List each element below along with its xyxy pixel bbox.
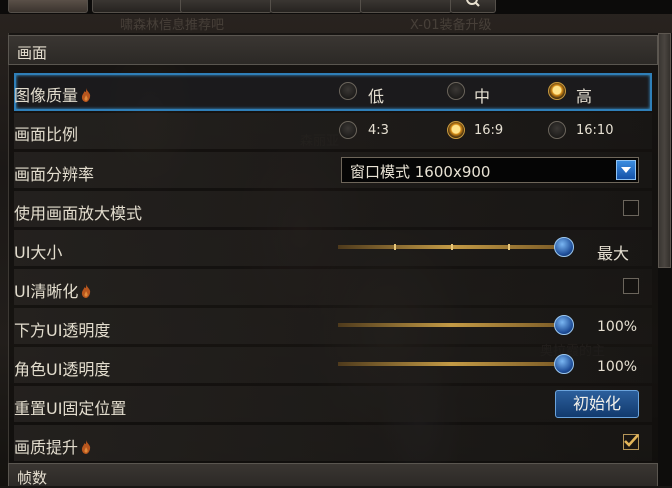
section-header-framerate: 帧数: [8, 463, 658, 487]
bottom-ui-opacity-label: 下方UI透明度: [14, 321, 111, 340]
bottom-ui-opacity-slider-knob[interactable]: [554, 315, 574, 335]
slider-tick: [394, 244, 396, 250]
scrollbar-thumb[interactable]: [658, 33, 671, 268]
bottom-ui-opacity-slider-track[interactable]: [338, 323, 564, 327]
tab-social[interactable]: 社交: [360, 0, 452, 13]
quality-medium-radio[interactable]: [447, 82, 465, 100]
resolution-dropdown[interactable]: 窗口模式 1600x900: [341, 157, 639, 183]
ratio-16-10-label: 16:10: [576, 123, 614, 138]
character-ui-opacity-slider-track[interactable]: [338, 362, 564, 366]
character-ui-opacity-slider-knob[interactable]: [554, 354, 574, 374]
zoom-mode-checkbox[interactable]: [623, 200, 639, 216]
row-ui-sharpen: [14, 269, 652, 305]
quality-boost-label: 画质提升: [14, 434, 91, 458]
zoom-mode-label: 使用画面放大模式: [14, 204, 143, 223]
ratio-16-9-label: 16:9: [474, 123, 504, 138]
tab-system[interactable]: 系统: [270, 0, 362, 13]
flame-icon: [82, 284, 91, 298]
ui-size-value: 最大: [597, 244, 630, 263]
tab-sound[interactable]: 声音: [180, 0, 272, 13]
quality-low-radio[interactable]: [339, 82, 357, 100]
chevron-down-icon: [621, 167, 631, 173]
ratio-4-3-radio[interactable]: [339, 121, 357, 139]
quality-medium-label: 中: [474, 87, 491, 106]
quality-boost-checkbox[interactable]: [623, 434, 639, 450]
ui-sharpen-label: UI清晰化: [14, 278, 91, 302]
section-title: 画面: [17, 44, 48, 62]
character-ui-opacity-value: 100%: [597, 359, 638, 375]
image-quality-label: 图像质量: [14, 82, 91, 106]
tab-search[interactable]: [450, 0, 496, 13]
ratio-16-10-radio[interactable]: [548, 121, 566, 139]
quality-high-radio[interactable]: [548, 82, 566, 100]
slider-tick: [451, 244, 453, 250]
slider-tick: [508, 244, 510, 250]
ui-size-slider-knob[interactable]: [554, 237, 574, 257]
row-quality-boost: [14, 425, 652, 461]
tab-display[interactable]: 画面: [8, 0, 88, 13]
dropdown-arrow-button[interactable]: [616, 160, 636, 180]
settings-tab-bar: 画面 特效 声音 系统 社交: [0, 0, 672, 14]
bottom-ui-opacity-value: 100%: [597, 319, 638, 335]
quality-low-label: 低: [368, 87, 385, 106]
quality-high-label: 高: [576, 87, 593, 106]
ratio-4-3-label: 4:3: [368, 123, 389, 138]
checkmark-icon: [624, 434, 639, 447]
character-ui-opacity-label: 角色UI透明度: [14, 360, 111, 379]
aspect-ratio-label: 画面比例: [14, 125, 79, 144]
background-text: 啸森林信息推荐吧: [120, 18, 225, 33]
tab-effects[interactable]: 特效: [92, 0, 184, 13]
search-icon: [466, 0, 480, 7]
ratio-16-9-radio[interactable]: [447, 121, 465, 139]
background-text: X-01装备升级: [410, 18, 492, 33]
resolution-label: 画面分辨率: [14, 165, 95, 184]
ui-sharpen-checkbox[interactable]: [623, 278, 639, 294]
initialize-button[interactable]: 初始化: [555, 390, 639, 418]
flame-icon: [81, 88, 91, 102]
section-header-display: 画面: [8, 35, 658, 65]
reset-ui-position-label: 重置UI固定位置: [14, 399, 127, 418]
section-title-framerate: 帧数: [17, 469, 48, 487]
flame-icon: [81, 440, 91, 454]
ui-size-slider-track[interactable]: [338, 244, 564, 250]
resolution-value: 窗口模式 1600x900: [350, 163, 491, 181]
ui-size-label: UI大小: [14, 243, 63, 262]
